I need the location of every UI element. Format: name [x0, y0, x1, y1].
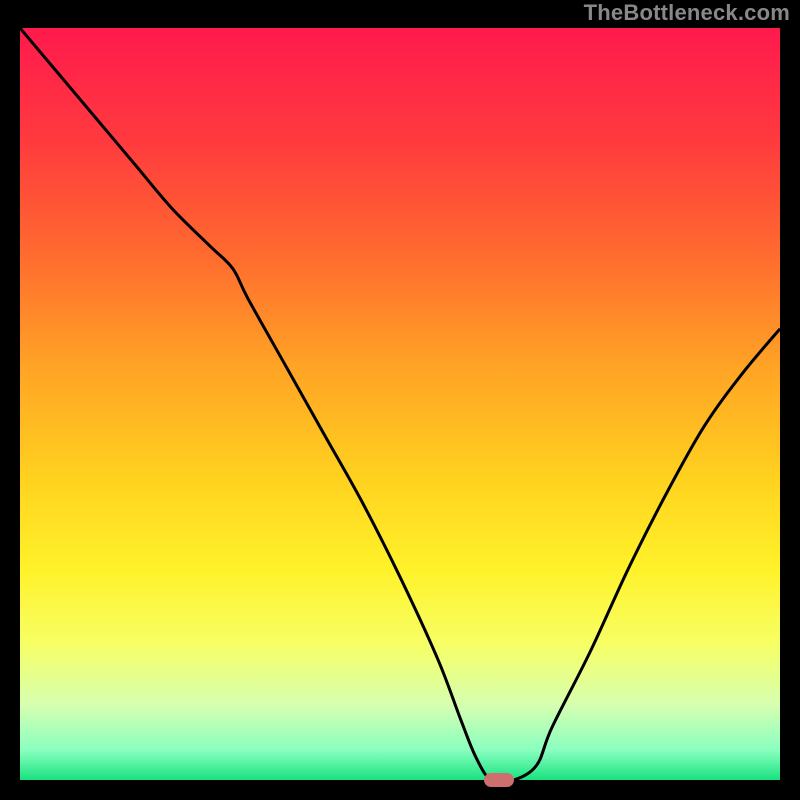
optimal-point-marker [484, 773, 514, 787]
plot-svg [20, 28, 780, 780]
chart-frame: TheBottleneck.com [0, 0, 800, 800]
plot-area [20, 28, 780, 780]
gradient-background [20, 28, 780, 780]
watermark-text: TheBottleneck.com [584, 0, 790, 26]
